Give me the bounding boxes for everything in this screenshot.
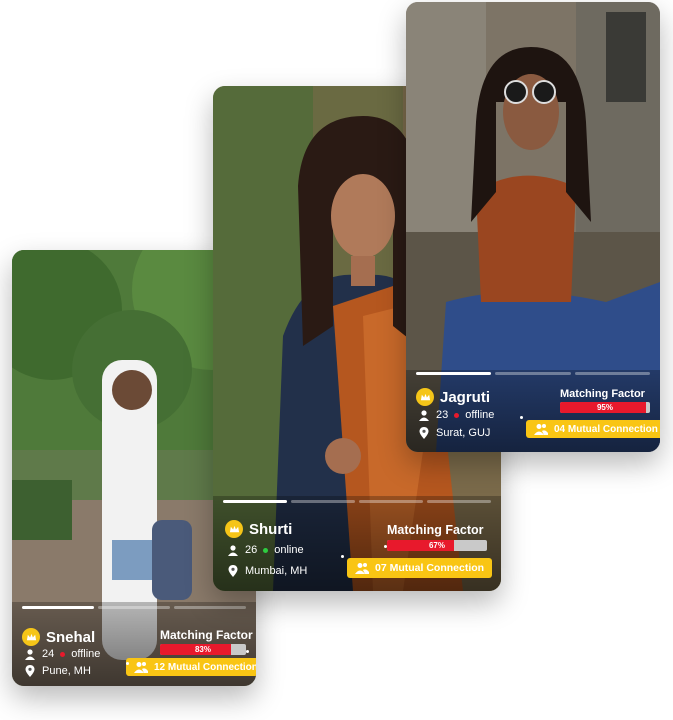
people-icon xyxy=(134,662,148,673)
profile-location: Mumbai, MH xyxy=(245,565,308,577)
matching-factor-percent: 83% xyxy=(194,645,211,654)
location-pin-icon xyxy=(419,427,429,439)
profile-name: Shurti xyxy=(249,520,293,538)
matching-factor-bar: 67% xyxy=(387,540,487,551)
profile-location: Pune, MH xyxy=(42,665,91,677)
mutual-connection-button[interactable]: 12 Mutual Connection xyxy=(126,658,256,676)
mutual-connection-label: 12 Mutual Connection xyxy=(154,661,256,673)
profile-info-panel: Jagruti 23 offline Surat, GUJ Matching F… xyxy=(406,370,660,452)
status-dot xyxy=(454,412,460,418)
location-pin-icon xyxy=(228,565,238,577)
crown-icon xyxy=(416,388,434,406)
matching-factor-bar: 83% xyxy=(160,644,246,655)
mutual-connection-button[interactable]: 04 Mutual Connection xyxy=(526,420,660,438)
people-icon xyxy=(355,563,369,574)
matching-factor-label: Matching Factor xyxy=(560,388,645,400)
crown-icon xyxy=(225,520,243,538)
user-icon xyxy=(419,410,429,421)
location-pin-icon xyxy=(25,665,35,677)
matching-factor-percent: 67% xyxy=(428,541,445,550)
profile-status: online xyxy=(274,544,304,556)
profile-age: 24 xyxy=(42,648,55,660)
matching-factor-label: Matching Factor xyxy=(160,628,253,642)
profile-name: Snehal xyxy=(46,628,96,646)
profile-age: 23 xyxy=(436,409,449,421)
profile-location: Surat, GUJ xyxy=(436,427,491,439)
story-progress xyxy=(22,606,246,609)
profile-age: 26 xyxy=(245,544,258,556)
profile-info-panel: Snehal 24 offline Pune, MH Matching Fact… xyxy=(12,602,256,686)
matching-factor-bar: 95% xyxy=(560,402,650,413)
status-dot xyxy=(60,651,66,657)
people-icon xyxy=(534,424,548,435)
profile-card-jagruti[interactable]: Jagruti 23 offline Surat, GUJ Matching F… xyxy=(406,2,660,452)
mutual-connection-label: 07 Mutual Connection xyxy=(375,562,485,574)
profile-info-panel: Shurti 26 online Mumbai, MH Matching Fac… xyxy=(213,496,501,591)
story-progress xyxy=(416,372,650,375)
profile-status: offline xyxy=(71,648,101,660)
mutual-connection-button[interactable]: 07 Mutual Connection xyxy=(347,558,493,578)
user-icon xyxy=(228,545,238,556)
story-progress xyxy=(223,500,491,503)
matching-factor-percent: 95% xyxy=(596,403,613,412)
profile-status: offline xyxy=(465,409,495,421)
mutual-connection-label: 04 Mutual Connection xyxy=(554,423,658,435)
user-icon xyxy=(25,649,35,660)
crown-icon xyxy=(22,628,40,646)
profile-name: Jagruti xyxy=(440,388,491,406)
matching-factor-label: Matching Factor xyxy=(387,523,484,537)
status-dot xyxy=(263,547,269,553)
